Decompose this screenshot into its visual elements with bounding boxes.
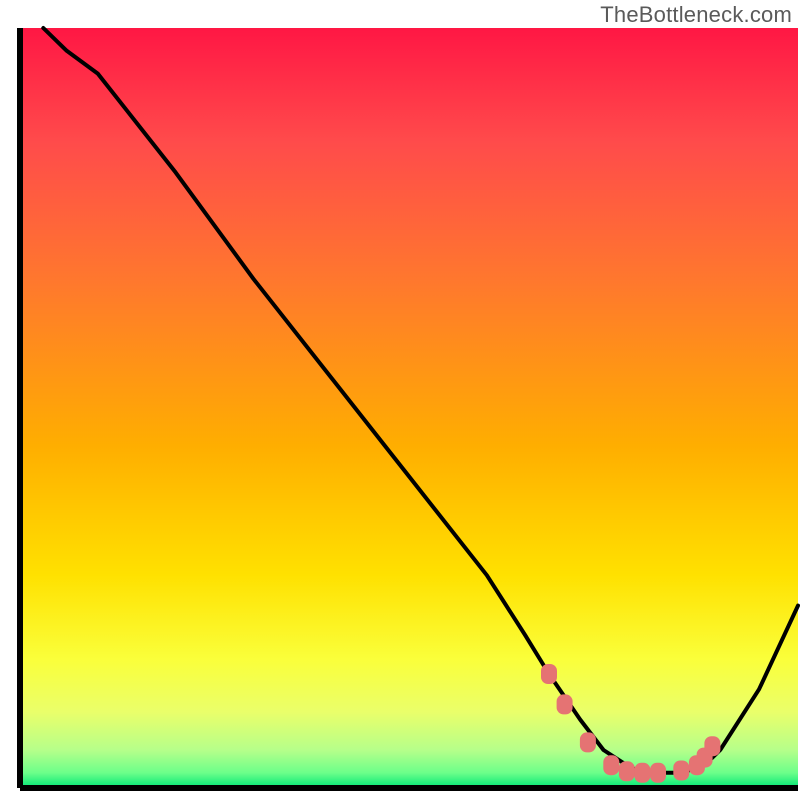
chart-container: TheBottleneck.com bbox=[0, 0, 800, 800]
bottleneck-chart bbox=[0, 0, 800, 800]
highlight-dot bbox=[557, 694, 573, 714]
gradient-background bbox=[20, 28, 798, 788]
highlight-dot bbox=[541, 664, 557, 684]
plot-area bbox=[20, 28, 798, 788]
highlight-dot bbox=[673, 761, 689, 781]
highlight-dot bbox=[580, 732, 596, 752]
highlight-dot bbox=[704, 736, 720, 756]
highlight-dot bbox=[603, 755, 619, 775]
highlight-dot bbox=[650, 763, 666, 783]
highlight-dot bbox=[619, 761, 635, 781]
highlight-dot bbox=[634, 763, 650, 783]
